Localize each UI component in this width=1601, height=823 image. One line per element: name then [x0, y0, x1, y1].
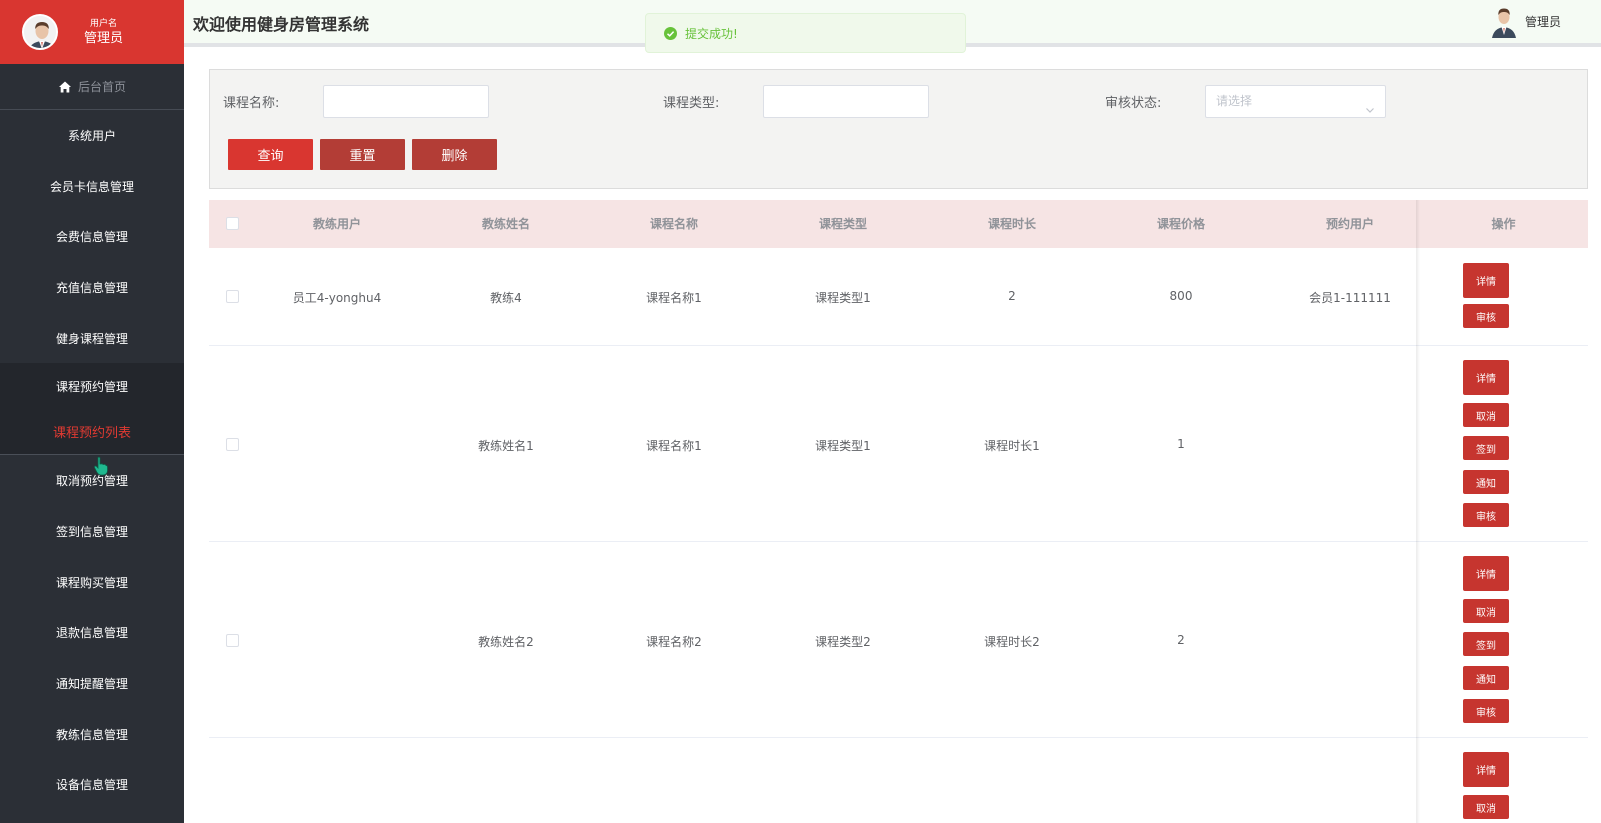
sidebar: 用户名 管理员 后台首页 系统用户 会员卡信息管理 会费信息管理 充值信息管理 … — [0, 0, 184, 823]
row-checkbox[interactable] — [226, 290, 239, 303]
details-button[interactable]: 详情 — [1463, 360, 1509, 395]
main-content: 课程名称: 课程类型: 审核状态: 请选择 查询 重置 删除 教练用户 教练姓名… — [184, 51, 1601, 823]
details-button[interactable]: 详情 — [1463, 752, 1509, 787]
cancel-button[interactable]: 取消 — [1463, 403, 1509, 427]
user-label: 用户名 — [90, 18, 118, 29]
col-price[interactable]: 课程价格 — [1114, 200, 1248, 248]
booking-table: 教练用户 教练姓名 课程名称 课程类型 课程时长 课程价格 预约用户 操作 员工… — [209, 200, 1588, 823]
sidebar-item-membership-cards[interactable]: 会员卡信息管理 — [0, 161, 184, 212]
cell-coach-user: 员工4-yonghu4 — [292, 291, 382, 305]
cancel-button[interactable]: 取消 — [1463, 599, 1509, 623]
notify-button[interactable]: 通知 — [1463, 470, 1509, 494]
sidebar-item-membership-fees[interactable]: 会费信息管理 — [0, 211, 184, 262]
delete-button[interactable]: 删除 — [412, 139, 497, 170]
sidebar-item-coaches[interactable]: 教练信息管理 — [0, 709, 184, 760]
row-checkbox[interactable] — [226, 634, 239, 647]
user-name: 管理员 — [84, 30, 124, 46]
cell-coach-name: 教练姓名1 — [478, 439, 534, 453]
col-course-type[interactable]: 课程类型 — [776, 200, 910, 248]
sidebar-item-course-purchase[interactable]: 课程购买管理 — [0, 557, 184, 608]
header-avatar[interactable] — [1490, 4, 1517, 38]
reset-button[interactable]: 重置 — [320, 139, 405, 170]
audit-status-placeholder: 请选择 — [1216, 94, 1253, 108]
cell-course-type: 课程类型1 — [815, 439, 871, 453]
sidebar-item-course-booking[interactable]: 课程预约管理 — [0, 363, 184, 410]
details-button[interactable]: 详情 — [1463, 263, 1509, 298]
cell-coach-name: 教练姓名2 — [478, 635, 534, 649]
sidebar-item-home-label: 后台首页 — [77, 80, 126, 94]
check-in-button[interactable]: 签到 — [1463, 436, 1509, 460]
success-toast: 提交成功! — [645, 13, 966, 53]
cell-price: 800 — [1169, 289, 1193, 303]
table-header: 教练用户 教练姓名 课程名称 课程类型 课程时长 课程价格 预约用户 操作 — [209, 200, 1588, 248]
search-panel: 课程名称: 课程类型: 审核状态: 请选择 查询 重置 删除 — [209, 69, 1588, 189]
avatar[interactable] — [22, 14, 58, 50]
details-button[interactable]: 详情 — [1463, 556, 1509, 591]
sidebar-item-home[interactable]: 后台首页 — [0, 64, 184, 110]
cell-member: 会员1-111111 — [1309, 291, 1391, 305]
col-actions: 操作 — [1491, 217, 1516, 231]
query-button[interactable]: 查询 — [228, 139, 313, 170]
sidebar-item-cancel-booking[interactable]: 取消预约管理 — [0, 455, 184, 506]
table-row: 教练姓名1 课程名称1 课程类型1 课程时长1 1 详情 取消 签到 通知 审核 — [209, 346, 1588, 542]
audit-status-label: 审核状态: — [1105, 96, 1162, 111]
sidebar-item-check-in[interactable]: 签到信息管理 — [0, 506, 184, 557]
cell-duration: 2 — [1008, 289, 1016, 303]
sidebar-item-fitness-courses[interactable]: 健身课程管理 — [0, 313, 184, 364]
hand-pointer-icon — [93, 456, 109, 476]
col-duration[interactable]: 课程时长 — [945, 200, 1079, 248]
user-meta: 用户名 管理员 — [84, 18, 123, 47]
cell-course-type: 课程类型1 — [815, 291, 871, 305]
toast-message: 提交成功! — [685, 26, 738, 41]
page-title: 欢迎使用健身房管理系统 — [193, 15, 370, 34]
cell-duration: 课程时长2 — [984, 635, 1040, 649]
course-name-input[interactable] — [323, 85, 489, 118]
sidebar-item-refunds[interactable]: 退款信息管理 — [0, 608, 184, 659]
header-user-name: 管理员 — [1524, 14, 1561, 29]
cell-price: 1 — [1177, 437, 1185, 451]
course-type-input[interactable] — [763, 85, 929, 118]
cell-course-name: 课程名称1 — [646, 439, 702, 453]
cell-coach-name: 教练4 — [490, 291, 522, 305]
cell-price: 2 — [1177, 633, 1185, 647]
table-row: 详情 取消 — [209, 738, 1588, 823]
top-header: 欢迎使用健身房管理系统 提交成功! 管理员 — [184, 0, 1601, 53]
chevron-down-icon — [1365, 96, 1375, 113]
fixed-column-shadow — [1416, 200, 1420, 823]
select-all-checkbox[interactable] — [226, 217, 239, 230]
sidebar-subitem-booking-list[interactable]: 课程预约列表 — [0, 409, 184, 456]
cell-duration: 课程时长1 — [984, 439, 1040, 453]
sidebar-item-recharge[interactable]: 充值信息管理 — [0, 262, 184, 313]
cancel-button[interactable]: 取消 — [1463, 795, 1509, 819]
cell-course-name: 课程名称1 — [646, 291, 702, 305]
check-in-button[interactable]: 签到 — [1463, 632, 1509, 656]
home-icon — [58, 80, 72, 94]
table-row: 教练姓名2 课程名称2 课程类型2 课程时长2 2 详情 取消 签到 通知 审核 — [209, 542, 1588, 738]
audit-button[interactable]: 审核 — [1463, 503, 1509, 527]
col-coach-user[interactable]: 教练用户 — [270, 200, 404, 248]
check-circle-icon — [664, 26, 677, 40]
header-user[interactable]: 管理员 — [1490, 4, 1561, 38]
audit-button[interactable]: 审核 — [1463, 699, 1509, 723]
cell-course-type: 课程类型2 — [815, 635, 871, 649]
sidebar-item-equipment[interactable]: 设备信息管理 — [0, 760, 184, 811]
row-checkbox[interactable] — [226, 438, 239, 451]
cell-course-name: 课程名称2 — [646, 635, 702, 649]
sidebar-item-system-users[interactable]: 系统用户 — [0, 110, 184, 161]
audit-button[interactable]: 审核 — [1463, 304, 1509, 328]
audit-status-select[interactable]: 请选择 — [1205, 85, 1386, 118]
course-type-label: 课程类型: — [663, 96, 720, 111]
table-row: 员工4-yonghu4 教练4 课程名称1 课程类型1 2 800 会员1-11… — [209, 248, 1588, 346]
sidebar-item-notifications[interactable]: 通知提醒管理 — [0, 658, 184, 709]
sidebar-header: 用户名 管理员 — [0, 0, 184, 64]
notify-button[interactable]: 通知 — [1463, 666, 1509, 690]
col-coach-name[interactable]: 教练姓名 — [439, 200, 573, 248]
col-member[interactable]: 预约用户 — [1283, 200, 1417, 248]
col-course-name[interactable]: 课程名称 — [607, 200, 741, 248]
course-name-label: 课程名称: — [223, 96, 280, 111]
